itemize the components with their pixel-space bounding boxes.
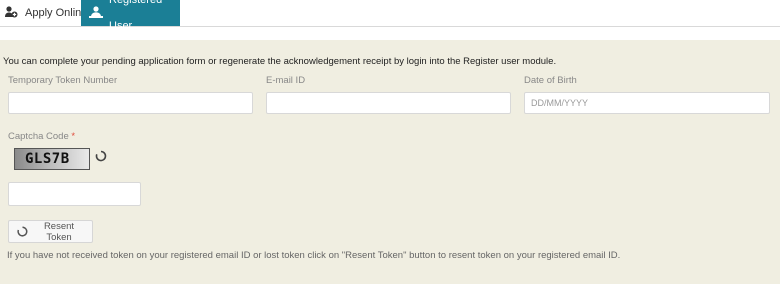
captcha-label: Captcha Code *	[8, 131, 75, 142]
tab-registered-user[interactable]: Registered User	[81, 0, 180, 32]
email-input[interactable]	[266, 92, 511, 114]
help-text: If you have not received token on your r…	[7, 250, 621, 261]
tab-label: Registered User	[109, 0, 163, 32]
resend-token-button[interactable]: Resent Token	[8, 220, 93, 243]
user-add-icon	[4, 5, 20, 21]
token-label: Temporary Token Number	[8, 75, 118, 86]
dob-input[interactable]	[524, 92, 770, 114]
captcha-input[interactable]	[8, 182, 141, 206]
token-input[interactable]	[8, 92, 253, 114]
dob-label: Date of Birth	[524, 75, 577, 86]
refresh-icon	[17, 226, 28, 237]
tab-label: Apply Online	[25, 7, 88, 19]
required-mark: *	[71, 131, 76, 142]
registered-user-icon	[88, 5, 104, 21]
email-label: E-mail ID	[266, 75, 306, 86]
intro-text: You can complete your pending applicatio…	[3, 56, 557, 67]
captcha-image: GLS7B	[14, 148, 90, 170]
captcha-label-text: Captcha Code	[8, 131, 69, 142]
tab-bar: Apply Online Registered User	[0, 0, 780, 32]
refresh-icon[interactable]	[95, 149, 107, 162]
resend-token-label: Resent Token	[43, 220, 75, 243]
